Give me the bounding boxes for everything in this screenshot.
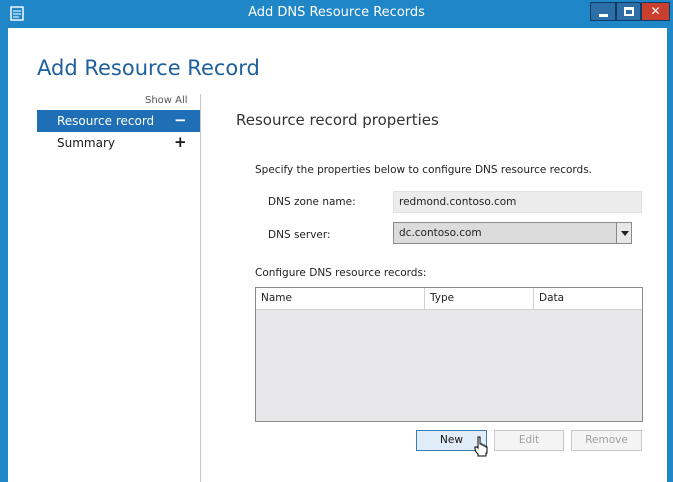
minimize-button[interactable] <box>590 2 616 21</box>
maximize-button[interactable] <box>616 2 641 21</box>
minimize-icon <box>599 14 608 17</box>
hand-cursor-icon <box>474 436 488 457</box>
dialog-window: Add DNS Resource Records ✕ Add Resource … <box>0 0 673 482</box>
dns-server-dropdown-button[interactable] <box>616 222 632 244</box>
nav-divider <box>200 94 201 482</box>
section-title: Resource record properties <box>236 111 439 129</box>
nav-item-resource-record[interactable]: Resource record − <box>37 110 200 132</box>
expand-icon: + <box>174 133 187 151</box>
column-header-type[interactable]: Type <box>425 288 534 310</box>
edit-button[interactable]: Edit <box>494 430 564 451</box>
records-label: Configure DNS resource records: <box>255 267 427 279</box>
records-grid[interactable]: Name Type Data <box>255 287 643 422</box>
close-button[interactable]: ✕ <box>641 2 670 21</box>
nav-item-summary[interactable]: Summary + <box>37 132 200 154</box>
window-title: Add DNS Resource Records <box>248 5 425 20</box>
grid-header: Name Type Data <box>256 288 642 310</box>
zone-name-field: redmond.contoso.com <box>393 191 642 213</box>
zone-name-label: DNS zone name: <box>268 196 356 208</box>
column-header-name[interactable]: Name <box>256 288 425 310</box>
remove-button[interactable]: Remove <box>571 430 642 451</box>
nav-item-label: Resource record <box>57 114 155 128</box>
title-bar[interactable]: Add DNS Resource Records ✕ <box>0 0 673 28</box>
page-title: Add Resource Record <box>37 56 260 80</box>
show-all-link[interactable]: Show All <box>145 95 188 106</box>
description-text: Specify the properties below to configur… <box>255 164 593 176</box>
close-icon: ✕ <box>650 4 661 18</box>
dialog-content: Add Resource Record Show All Resource re… <box>8 28 667 482</box>
column-header-data[interactable]: Data <box>534 288 642 310</box>
maximize-icon <box>624 7 634 16</box>
nav-item-label: Summary <box>57 136 115 150</box>
dns-server-label: DNS server: <box>268 229 331 241</box>
chevron-down-icon <box>621 231 629 236</box>
collapse-icon: − <box>174 111 187 129</box>
dns-server-select[interactable]: dc.contoso.com <box>393 222 631 244</box>
